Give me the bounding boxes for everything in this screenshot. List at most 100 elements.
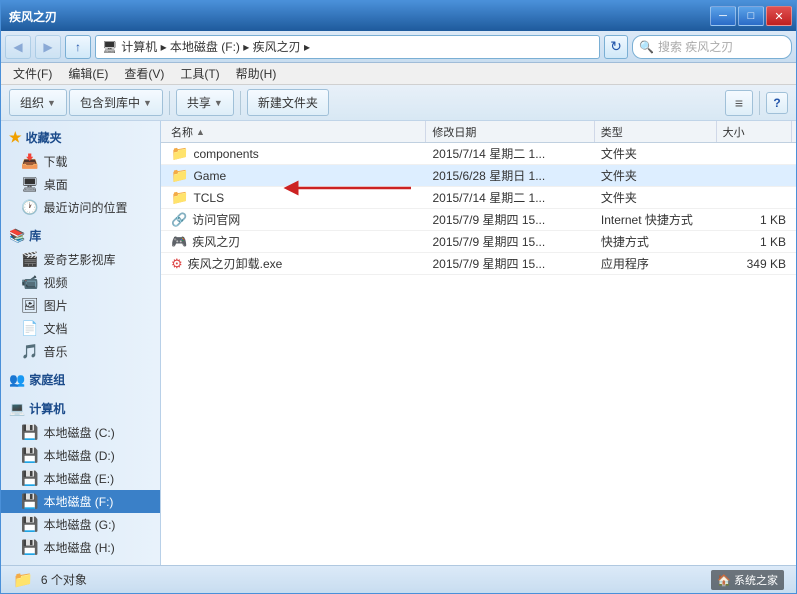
toolbar: 组织 ▼ 包含到库中 ▼ 共享 ▼ 新建文件夹 ≡ ? <box>1 85 796 121</box>
organize-button[interactable]: 组织 ▼ <box>9 89 67 116</box>
window-title: 疾风之刃 <box>9 8 57 25</box>
back-button[interactable]: ◀ <box>5 35 31 59</box>
table-row[interactable]: 🎮 疾风之刃 2015/7/9 星期四 15... 快捷方式 1 KB <box>161 231 796 253</box>
include-library-arrow: ▼ <box>143 98 152 108</box>
sidebar-drive-h-label: 本地磁盘 (H:) <box>43 539 114 556</box>
col-header-date[interactable]: 修改日期 <box>426 121 594 142</box>
sidebar-item-pictures-label: 图片 <box>44 297 68 314</box>
close-button[interactable]: ✕ <box>766 6 792 26</box>
file-date-game: 2015/6/28 星期日 1... <box>426 167 594 184</box>
menu-help[interactable]: 帮助(H) <box>228 63 285 84</box>
share-button[interactable]: 共享 ▼ <box>176 89 234 116</box>
menu-tools[interactable]: 工具(T) <box>172 63 227 84</box>
file-type-components: 文件夹 <box>595 145 717 162</box>
folder-icon: 📁 <box>171 167 188 184</box>
main-area: ★ 收藏夹 📥 下载 🖥 桌面 🕐 最近访问的位置 <box>1 121 796 565</box>
minimize-button[interactable]: ─ <box>710 6 736 26</box>
sidebar-item-desktop[interactable]: 🖥 桌面 <box>1 173 160 196</box>
sidebar-item-documents-label: 文档 <box>43 320 67 337</box>
menu-edit[interactable]: 编辑(E) <box>60 63 116 84</box>
sidebar-item-download[interactable]: 📥 下载 <box>1 150 160 173</box>
drive-e-icon: 💾 <box>21 470 38 487</box>
view-button[interactable]: ≡ <box>725 90 753 116</box>
col-type-label: 类型 <box>601 124 623 140</box>
table-row[interactable]: 📁 TCLS 2015/7/14 星期二 1... 文件夹 <box>161 187 796 209</box>
organize-arrow: ▼ <box>47 98 56 108</box>
computer-label: 计算机 <box>29 400 65 417</box>
table-row[interactable]: 📁 components 2015/7/14 星期二 1... 文件夹 <box>161 143 796 165</box>
shortcut-icon: 🔗 <box>171 212 187 228</box>
file-name-text: TCLS <box>193 191 224 205</box>
sidebar-drive-d[interactable]: 💾 本地磁盘 (D:) <box>1 444 160 467</box>
refresh-button[interactable]: ↻ <box>604 35 628 59</box>
favorites-header[interactable]: ★ 收藏夹 <box>1 125 160 150</box>
file-name-text: components <box>193 147 258 161</box>
sidebar-item-recent-label: 最近访问的位置 <box>43 199 127 216</box>
sidebar-drive-e-label: 本地磁盘 (E:) <box>43 470 114 487</box>
help-button[interactable]: ? <box>766 92 788 114</box>
sidebar-item-iqiyi[interactable]: 🎬 爱奇艺影视库 <box>1 248 160 271</box>
address-bar: ◀ ▶ ↑ 🖥 计算机 ▸ 本地磁盘 (F:) ▸ 疾风之刃 ▸ ↻ 🔍 搜索 … <box>1 31 796 63</box>
sidebar-drive-f[interactable]: 💾 本地磁盘 (F:) <box>1 490 160 513</box>
file-date-website: 2015/7/9 星期四 15... <box>426 211 594 228</box>
toolbar-separator-3 <box>759 91 760 115</box>
file-type-website: Internet 快捷方式 <box>595 211 717 228</box>
table-row[interactable]: ⚙ 疾风之刃卸载.exe 2015/7/9 星期四 15... 应用程序 349… <box>161 253 796 275</box>
watermark-text: 系统之家 <box>734 575 778 587</box>
new-folder-button[interactable]: 新建文件夹 <box>247 89 329 116</box>
sidebar-drive-g[interactable]: 💾 本地磁盘 (G:) <box>1 513 160 536</box>
sidebar-item-music[interactable]: 🎵 音乐 <box>1 340 160 363</box>
file-size-jfzr: 1 KB <box>717 235 792 249</box>
column-headers: 名称 ▲ 修改日期 类型 大小 <box>161 121 796 143</box>
documents-icon: 📄 <box>21 320 38 337</box>
favorites-section: ★ 收藏夹 📥 下载 🖥 桌面 🕐 最近访问的位置 <box>1 125 160 219</box>
homegroup-header[interactable]: 👥 家庭组 <box>1 367 160 392</box>
menu-file[interactable]: 文件(F) <box>5 63 60 84</box>
file-name-text: Game <box>193 169 226 183</box>
title-bar-buttons: ─ □ ✕ <box>710 6 792 26</box>
sidebar-item-documents[interactable]: 📄 文档 <box>1 317 160 340</box>
file-date-uninstall: 2015/7/9 星期四 15... <box>426 255 594 272</box>
table-row[interactable]: 🔗 访问官网 2015/7/9 星期四 15... Internet 快捷方式 … <box>161 209 796 231</box>
table-row[interactable]: 📁 Game 2015/6/28 星期日 1... 文件夹 <box>161 165 796 187</box>
breadcrumb[interactable]: 🖥 计算机 ▸ 本地磁盘 (F:) ▸ 疾风之刃 ▸ <box>95 35 600 59</box>
breadcrumb-text: 计算机 ▸ 本地磁盘 (F:) ▸ 疾风之刃 ▸ <box>121 38 310 55</box>
maximize-button[interactable]: □ <box>738 6 764 26</box>
download-icon: 📥 <box>21 153 38 170</box>
sidebar: ★ 收藏夹 📥 下载 🖥 桌面 🕐 最近访问的位置 <box>1 121 161 565</box>
sidebar-item-iqiyi-label: 爱奇艺影视库 <box>43 251 115 268</box>
sidebar-drive-c[interactable]: 💾 本地磁盘 (C:) <box>1 421 160 444</box>
search-box[interactable]: 🔍 搜索 疾风之刃 <box>632 35 792 59</box>
sidebar-item-recent[interactable]: 🕐 最近访问的位置 <box>1 196 160 219</box>
sidebar-drive-e[interactable]: 💾 本地磁盘 (E:) <box>1 467 160 490</box>
computer-icon: 💻 <box>9 401 25 417</box>
file-name-jfzr: 🎮 疾风之刃 <box>165 233 426 250</box>
drive-d-icon: 💾 <box>21 447 38 464</box>
file-type-uninstall: 应用程序 <box>595 255 717 272</box>
col-date-label: 修改日期 <box>432 124 476 140</box>
include-library-button[interactable]: 包含到库中 ▼ <box>69 89 163 116</box>
homegroup-section: 👥 家庭组 <box>1 367 160 392</box>
file-name-uninstall: ⚙ 疾风之刃卸载.exe <box>165 255 426 272</box>
forward-button[interactable]: ▶ <box>35 35 61 59</box>
include-library-label: 包含到库中 <box>80 94 140 111</box>
col-header-name[interactable]: 名称 ▲ <box>165 121 426 142</box>
file-type-tcls: 文件夹 <box>595 189 717 206</box>
menu-view[interactable]: 查看(V) <box>116 63 172 84</box>
sidebar-drive-f-label: 本地磁盘 (F:) <box>43 493 113 510</box>
toolbar-separator-2 <box>240 91 241 115</box>
folder-icon: 📁 <box>171 189 188 206</box>
computer-header[interactable]: 💻 计算机 <box>1 396 160 421</box>
main-window: 疾风之刃 ─ □ ✕ ◀ ▶ ↑ 🖥 计算机 ▸ 本地磁盘 (F:) ▸ 疾风之… <box>0 0 797 594</box>
up-button[interactable]: ↑ <box>65 35 91 59</box>
col-size-label: 大小 <box>723 124 745 140</box>
col-header-type[interactable]: 类型 <box>595 121 717 142</box>
file-name-game: 📁 Game <box>165 167 426 184</box>
library-header[interactable]: 📚 库 <box>1 223 160 248</box>
sidebar-item-pictures[interactable]: 🖼 图片 <box>1 294 160 317</box>
sidebar-drive-h[interactable]: 💾 本地磁盘 (H:) <box>1 536 160 559</box>
sidebar-item-video[interactable]: 📹 视频 <box>1 271 160 294</box>
sort-arrow-icon: ▲ <box>196 127 205 137</box>
col-header-size[interactable]: 大小 <box>717 121 792 142</box>
file-date-jfzr: 2015/7/9 星期四 15... <box>426 233 594 250</box>
